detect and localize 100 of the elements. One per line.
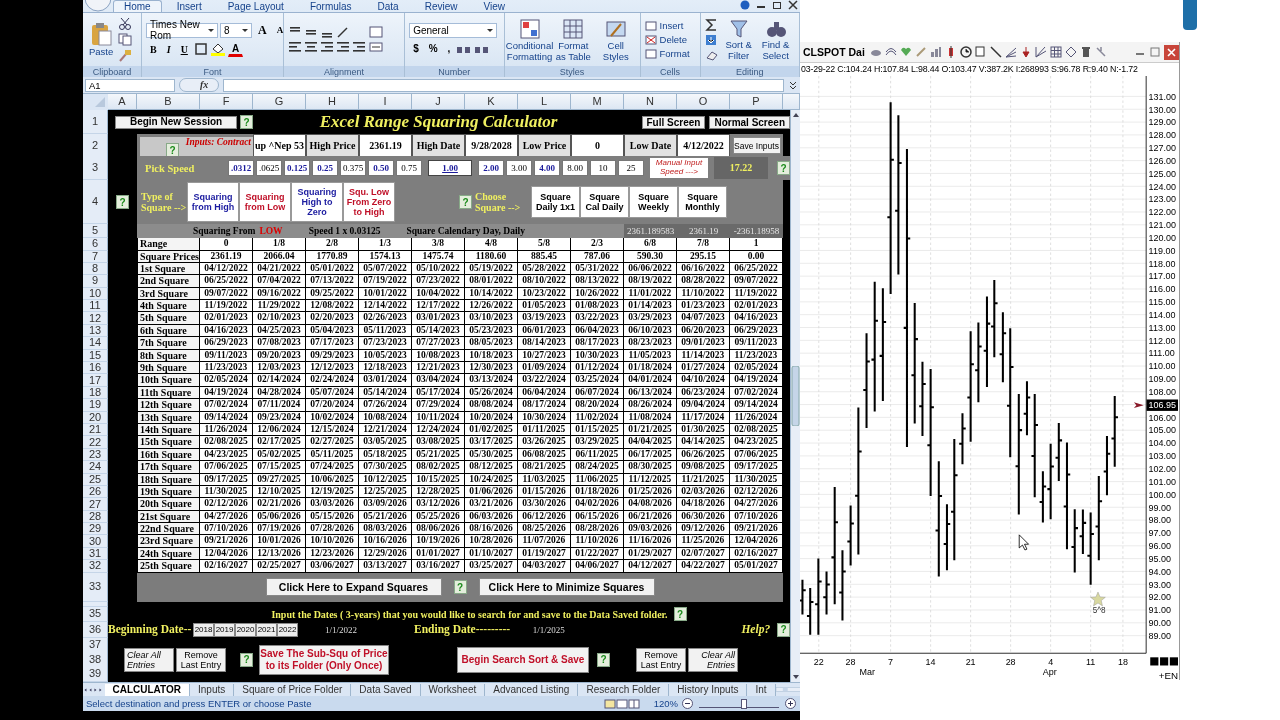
remove-entry-button[interactable]: Remove Last Entry — [636, 647, 686, 672]
ribbon-tab[interactable]: Formulas — [298, 0, 363, 12]
number-format-field[interactable]: General — [409, 22, 498, 38]
cell-styles-button[interactable]: Cell Styles — [596, 17, 636, 62]
year-button[interactable]: 2022 — [277, 622, 299, 637]
sheet-tab[interactable]: Worksheet — [420, 683, 486, 696]
font-name-field[interactable]: Times New Rom — [146, 22, 219, 38]
delete-button[interactable]: Delete — [644, 34, 690, 45]
square-type-button[interactable]: Squaring from Low — [239, 182, 291, 222]
speed-option[interactable]: 0.75 — [396, 160, 422, 176]
down-arrow-icon[interactable] — [1019, 46, 1032, 58]
vertical-scrollbar[interactable] — [790, 110, 800, 682]
help-button[interactable]: ? — [240, 115, 253, 129]
save-inputs-button[interactable]: Save Inputs — [732, 137, 781, 154]
sheet-tab[interactable]: Inputs — [190, 683, 235, 696]
sheet-tab[interactable]: Research Folder — [578, 683, 670, 696]
line-tool-icon[interactable] — [989, 46, 1002, 58]
ribbon-tab[interactable]: Home — [113, 0, 162, 12]
year-button[interactable]: 2020 — [235, 622, 257, 637]
square-type-button[interactable]: Squ. Low From Zero to High — [343, 182, 395, 222]
zoom-in-icon[interactable] — [785, 698, 796, 709]
format-as-table-button[interactable]: Format as Table — [553, 17, 594, 62]
restore-icon[interactable] — [772, 0, 782, 10]
diamond-icon[interactable] — [1064, 46, 1077, 58]
help-button[interactable]: ? — [116, 195, 129, 209]
square-period-button[interactable]: Square Monthly — [678, 186, 727, 218]
help-button[interactable]: ? — [453, 580, 467, 595]
wave-icon[interactable] — [884, 46, 897, 58]
name-box[interactable]: A1 — [85, 78, 175, 92]
shrink-font-button[interactable]: A — [272, 22, 288, 38]
heart-icon[interactable] — [899, 46, 912, 58]
grow-font-button[interactable]: A — [254, 22, 271, 38]
help-button[interactable]: ? — [673, 607, 687, 622]
copy-icon[interactable] — [118, 33, 133, 46]
clear-entries-button[interactable]: Clear All Entries — [124, 647, 174, 672]
page-break-icon[interactable] — [627, 698, 640, 709]
insert-function-button[interactable]: fx — [179, 78, 220, 92]
sheet-tab[interactable]: Square of Price Folder — [234, 683, 352, 696]
find-select-button[interactable]: Find & Select — [758, 18, 793, 61]
fan-icon[interactable] — [1004, 46, 1017, 58]
speed-option[interactable]: 8.00 — [562, 160, 588, 176]
year-button[interactable]: 2019 — [214, 622, 236, 637]
zoom-out-icon[interactable] — [682, 698, 693, 709]
horizontal-scrollbar-icon[interactable] — [775, 684, 800, 695]
decrease-indent-icon[interactable] — [336, 41, 351, 53]
begin-session-button[interactable]: Begin New Session — [115, 115, 238, 129]
sum-icon[interactable] — [704, 18, 719, 31]
note-icon[interactable] — [974, 46, 987, 58]
help-icon[interactable] — [740, 0, 750, 10]
fill-color-icon[interactable] — [209, 42, 226, 56]
help-button[interactable]: ? — [777, 622, 790, 637]
year-button[interactable]: 2021 — [256, 622, 278, 637]
help-button[interactable]: ? — [166, 143, 179, 157]
border-icon[interactable] — [193, 42, 208, 56]
ribbon-tab[interactable]: Review — [413, 0, 469, 12]
brush-icon[interactable] — [118, 49, 133, 62]
speed-option[interactable]: 0.50 — [368, 160, 394, 176]
grid-icon[interactable] — [1049, 46, 1062, 58]
ribbon-tab[interactable]: Page Layout — [216, 0, 295, 12]
speed-option[interactable]: 10 — [590, 160, 616, 176]
remove-entry-button[interactable]: Remove Last Entry — [176, 647, 226, 672]
speed-option[interactable]: 3.00 — [506, 160, 532, 176]
increase-indent-icon[interactable] — [352, 41, 367, 53]
sheet-tab[interactable]: History Inputs — [669, 683, 748, 696]
ribbon-tab[interactable]: Insert — [165, 0, 213, 12]
speed-option[interactable]: 4.00 — [534, 160, 560, 176]
sheet-tab[interactable]: CALCULATOR — [104, 683, 191, 696]
minimize-squares-button[interactable]: Click Here to Minimize Squares — [478, 578, 655, 597]
conditional-formatting-button[interactable]: Conditional Formatting — [508, 17, 551, 62]
speed-option[interactable]: 1.00 — [428, 160, 472, 176]
underline-button[interactable]: U — [176, 41, 192, 57]
ribbon-tab[interactable]: Data — [366, 0, 410, 12]
speed-option[interactable]: 0.375 — [340, 160, 366, 176]
square-period-button[interactable]: Square Weekly — [629, 186, 678, 218]
square-type-button[interactable]: Squaring High to Zero — [291, 182, 343, 222]
percent-button[interactable]: % — [424, 40, 442, 57]
save-subsquare-button[interactable]: Save The Sub-Squ of Price to its Folder (Only Once) — [259, 644, 389, 675]
sheet-tab[interactable]: Data Saved — [351, 683, 421, 696]
italic-button[interactable]: I — [162, 41, 175, 57]
expand-icon[interactable] — [788, 79, 798, 91]
square-period-button[interactable]: Square Daily 1x1 — [531, 186, 580, 218]
normal-view-icon[interactable] — [603, 698, 616, 709]
speed-option[interactable]: 25 — [618, 160, 644, 176]
close-icon[interactable] — [1164, 44, 1179, 60]
help-button[interactable]: ? — [240, 652, 253, 667]
ribbon-tab[interactable]: View — [472, 0, 516, 12]
speed-option[interactable]: .0625 — [256, 160, 282, 176]
paste-button[interactable]: Paste — [87, 22, 116, 57]
square-period-button[interactable]: Square Cal Daily — [580, 186, 629, 218]
expand-squares-button[interactable]: Click Here to Expand Squares — [265, 578, 442, 597]
speed-option[interactable]: 0.125 — [284, 160, 310, 176]
speed-option[interactable]: 2.00 — [478, 160, 504, 176]
align-center-icon[interactable] — [304, 41, 319, 53]
align-right-icon[interactable] — [320, 41, 335, 53]
orientation-icon[interactable] — [336, 26, 351, 38]
scissors-icon[interactable] — [118, 17, 133, 30]
year-button[interactable]: 2018 — [193, 622, 215, 637]
format-button[interactable]: Format — [644, 48, 690, 59]
speed-option[interactable]: 0.25 — [312, 160, 338, 176]
comma-button[interactable]: , — [443, 40, 455, 57]
